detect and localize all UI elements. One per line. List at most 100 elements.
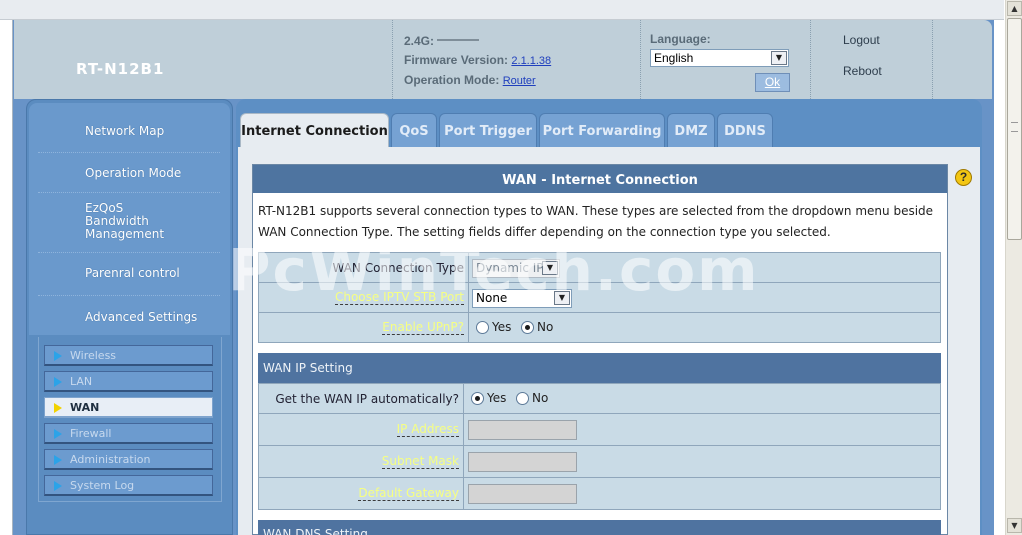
sidebar-item-advanced-settings[interactable]: Advanced Settings — [85, 311, 197, 324]
tab-port-trigger[interactable]: Port Trigger — [439, 113, 537, 147]
cell-divider — [468, 253, 469, 282]
chevron-down-icon: ▼ — [771, 51, 787, 65]
arrow-right-icon — [54, 403, 62, 413]
radio-button — [476, 320, 489, 334]
row-auto-ip: Get the WAN IP automatically? Yes No — [258, 383, 941, 414]
submenu-label: WAN — [70, 401, 100, 414]
model-name: RT-N12B1 — [76, 60, 165, 78]
row-wan-connection-type: WAN Connection Type Dynamic IP ▼ — [258, 252, 941, 283]
menu-divider — [38, 152, 220, 153]
ssid-redacted — [437, 39, 480, 44]
label-text: WAN Connection Type — [332, 260, 464, 275]
header-divider — [810, 20, 811, 99]
firmware-version-link[interactable]: 2.1.1.38 — [511, 55, 551, 67]
upnp-no-radio[interactable]: No — [521, 320, 553, 334]
tab-ddns[interactable]: DDNS — [717, 113, 773, 147]
submenu-firewall[interactable]: Firewall — [44, 423, 213, 444]
label-text: Get the WAN IP automatically? — [275, 391, 459, 406]
question-icon[interactable]: ? — [955, 169, 972, 186]
row-iptv-port: Choose IPTV STB Port None ▼ — [258, 282, 941, 313]
row-ip-address: IP Address — [258, 413, 941, 446]
wan-connection-type-select[interactable]: Dynamic IP ▼ — [472, 259, 560, 278]
submenu-label: Wireless — [70, 349, 117, 362]
form-title: WAN - Internet Connection — [253, 165, 947, 193]
section-wan-dns: WAN DNS Setting — [258, 520, 941, 535]
row-subnet-mask: Subnet Mask — [258, 445, 941, 478]
submenu-administration[interactable]: Administration — [44, 449, 213, 470]
gateway-input[interactable] — [468, 484, 577, 504]
firmware-label: Firmware Version: — [404, 53, 509, 67]
auto-ip-label: Get the WAN IP automatically? — [259, 384, 463, 413]
tab-dmz[interactable]: DMZ — [667, 113, 715, 147]
header-divider — [640, 20, 641, 99]
menu-divider — [38, 192, 220, 193]
submenu-label: System Log — [70, 479, 135, 492]
label-text: Enable UPnP? — [382, 320, 464, 335]
label-text: Default Gateway — [358, 486, 459, 501]
scroll-down-icon[interactable]: ▼ — [1007, 518, 1022, 533]
sidebar-item-network-map[interactable]: Network Map — [85, 125, 164, 138]
language-select[interactable]: English ▼ — [650, 49, 789, 67]
subnet-mask-input[interactable] — [468, 452, 577, 472]
iptv-port-select[interactable]: None ▼ — [472, 289, 572, 308]
radio-label: No — [532, 391, 549, 405]
auto-ip-yes-radio[interactable]: Yes — [471, 391, 506, 405]
submenu-label: Administration — [70, 453, 151, 466]
section-wan-ip: WAN IP Setting — [258, 353, 941, 384]
label-text: Choose IPTV STB Port — [334, 290, 464, 305]
scroll-up-icon[interactable]: ▲ — [1007, 1, 1022, 16]
cell-divider — [468, 313, 469, 342]
tab-internet-connection[interactable]: Internet Connection — [240, 113, 389, 148]
language-value: English — [654, 51, 694, 65]
header-divider — [392, 20, 393, 99]
auto-ip-no-radio[interactable]: No — [516, 391, 548, 405]
page-scrollbar[interactable]: ▲ ▼ — [1005, 0, 1022, 535]
ok-button[interactable]: Ok — [755, 73, 790, 92]
cell-divider — [463, 478, 464, 509]
arrow-right-icon — [54, 481, 62, 491]
sidebar-item-ezqos[interactable]: EzQoS Bandwidth Management — [85, 202, 175, 241]
submenu-label: Firewall — [70, 427, 112, 440]
firmware-line: Firmware Version: 2.1.1.38 — [404, 53, 551, 67]
radio-label: Yes — [487, 391, 507, 405]
arrow-right-icon — [54, 351, 62, 361]
wan-connection-type-label: WAN Connection Type — [259, 253, 468, 282]
radio-button — [471, 391, 484, 405]
chevron-down-icon: ▼ — [542, 261, 558, 275]
sidebar-item-operation-mode[interactable]: Operation Mode — [85, 167, 181, 180]
select-value: Dynamic IP — [476, 261, 544, 275]
radio-label: Yes — [492, 320, 512, 334]
cell-divider — [468, 283, 469, 312]
opmode-link[interactable]: Router — [503, 75, 536, 87]
submenu-system-log[interactable]: System Log — [44, 475, 213, 496]
reboot-button[interactable]: Reboot — [843, 64, 882, 78]
scroll-thumb[interactable] — [1007, 18, 1022, 240]
row-default-gateway: Default Gateway — [258, 477, 941, 510]
upnp-label: Enable UPnP? — [259, 313, 468, 342]
arrow-right-icon — [54, 455, 62, 465]
submenu-lan[interactable]: LAN — [44, 371, 213, 392]
submenu-wan[interactable]: WAN — [44, 397, 213, 418]
ssid-line: 2.4G: — [404, 34, 480, 48]
tab-port-forwarding[interactable]: Port Forwarding — [539, 113, 665, 147]
band-label: 2.4G: — [404, 34, 435, 48]
subnet-mask-label: Subnet Mask — [259, 446, 463, 477]
cell-divider — [463, 414, 464, 445]
submenu-wireless[interactable]: Wireless — [44, 345, 213, 366]
form-description: RT-N12B1 supports several connection typ… — [258, 204, 934, 239]
upnp-yes-radio[interactable]: Yes — [476, 320, 511, 334]
sidebar-item-parental-control[interactable]: Parenral control — [85, 267, 180, 280]
opmode-line: Operation Mode: Router — [404, 73, 536, 87]
tab-qos[interactable]: QoS — [391, 113, 437, 147]
menu-divider — [38, 252, 220, 253]
logout-button[interactable]: Logout — [843, 33, 880, 47]
arrow-right-icon — [54, 377, 62, 387]
iptv-label: Choose IPTV STB Port — [259, 283, 468, 312]
ip-address-input[interactable] — [468, 420, 577, 440]
cell-divider — [463, 384, 464, 413]
ip-address-label: IP Address — [259, 414, 463, 445]
arrow-right-icon — [54, 429, 62, 439]
label-text: Subnet Mask — [381, 454, 459, 469]
opmode-label: Operation Mode: — [404, 73, 500, 87]
router-admin-page: RT-N12B1 2.4G: Firmware Version: 2.1.1.3… — [0, 0, 1004, 535]
